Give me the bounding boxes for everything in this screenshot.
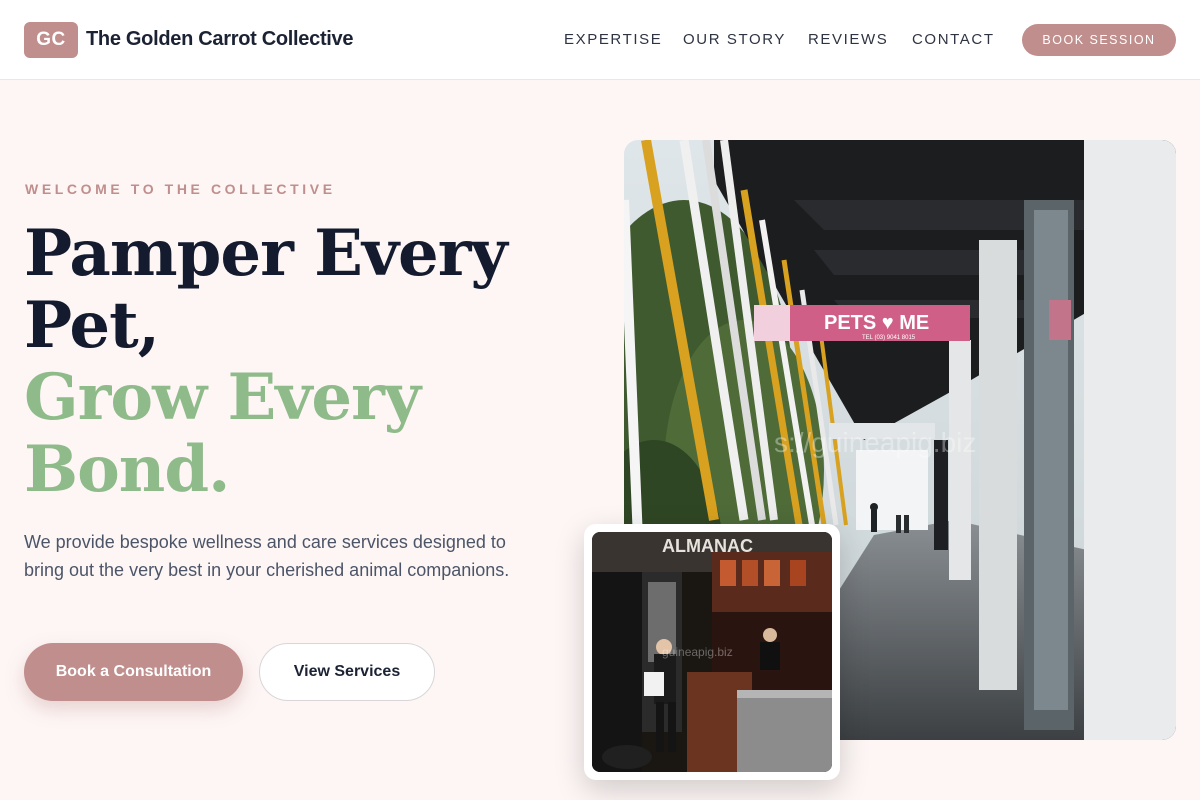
view-services-button[interactable]: View Services xyxy=(259,643,435,701)
headline-line-3: Grow Every xyxy=(24,360,421,435)
hero-inset-photo: ALMANAC guineapig.biz xyxy=(592,532,832,772)
book-consultation-button[interactable]: Book a Consultation xyxy=(24,643,243,701)
brand-name[interactable]: The Golden Carrot Collective xyxy=(86,28,354,51)
logo-badge[interactable]: GC xyxy=(24,22,78,58)
photo-watermark: s://guineapig.biz xyxy=(774,427,976,458)
hero-inset-photo-frame: ALMANAC guineapig.biz xyxy=(584,524,840,780)
cafe-photo-illustration: ALMANAC guineapig.biz xyxy=(592,532,832,772)
hero-headline: Pamper Every Pet, Grow Every Bond. xyxy=(24,218,564,506)
book-session-button[interactable]: BOOK SESSION xyxy=(1022,24,1176,56)
shop-sign-phone: TEL (03) 9041 8015 xyxy=(862,335,916,341)
site-header: GC The Golden Carrot Collective EXPERTIS… xyxy=(0,0,1200,80)
nav-link-contact[interactable]: CONTACT xyxy=(912,31,995,48)
headline-line-4: Bond. xyxy=(24,432,230,507)
hero-subtext: We provide bespoke wellness and care ser… xyxy=(24,532,510,580)
shop-sign-text: PETS ♥ ME xyxy=(824,312,929,334)
nav-link-expertise[interactable]: EXPERTISE xyxy=(564,31,662,48)
inset-watermark: guineapig.biz xyxy=(662,645,733,659)
nav-link-our-story[interactable]: OUR STORY xyxy=(683,31,786,48)
headline-line-2: Pet, xyxy=(24,288,160,363)
headline-line-1: Pamper Every xyxy=(24,216,508,291)
nav-link-reviews[interactable]: REVIEWS xyxy=(808,31,888,48)
hero-eyebrow: WELCOME TO THE COLLECTIVE xyxy=(25,181,336,197)
